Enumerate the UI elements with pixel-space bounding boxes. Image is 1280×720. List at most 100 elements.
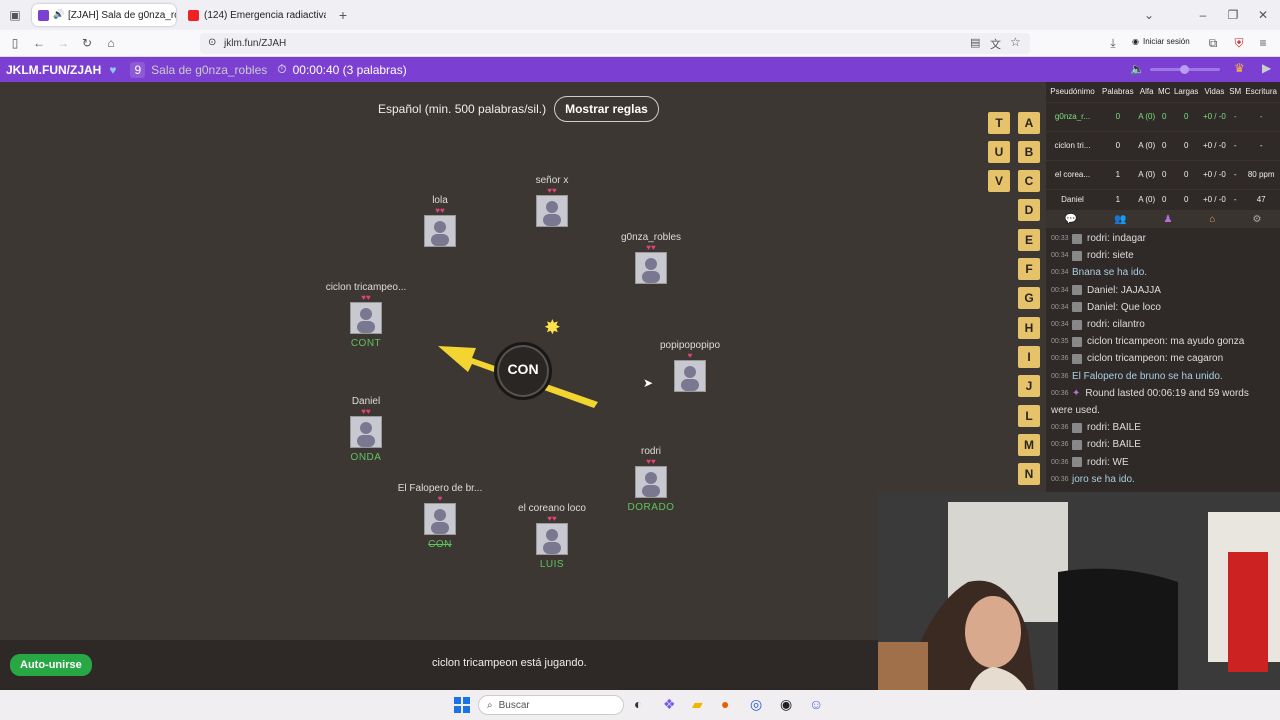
player-ciclon: ciclon tricampeo... ♥♥ CONT [306, 282, 426, 349]
heart-icon: ♥ [109, 62, 117, 77]
account-icon: ◉ [1132, 37, 1139, 46]
player-el-falopero: El Falopero de br... ♥ CON [380, 483, 500, 550]
file-explorer-icon[interactable]: ▰ [692, 696, 703, 713]
reader-icon[interactable]: ▤ [970, 36, 980, 49]
firefox-icon[interactable]: ● [721, 696, 729, 712]
home-icon[interactable]: ⌂ [102, 34, 120, 52]
url-bar[interactable]: ⊙ jklm.fun/ZJAH ▤ 文 ☆ [200, 33, 1030, 54]
cell: +0 / -0 [1200, 159, 1229, 189]
table-row: g0nza_r... 0 A (0) 0 0 +0 / -0 - - [1046, 101, 1280, 131]
cell: A (0) [1136, 188, 1157, 209]
status-text: ciclon tricampeon está jugando. [432, 657, 587, 669]
cell: A (0) [1136, 101, 1157, 131]
chat-message: 00:33 rodri: indagar [1051, 233, 1146, 245]
cell: - [1228, 159, 1243, 189]
col-header[interactable]: Escritura [1242, 82, 1280, 102]
crown-icon[interactable]: ♛ [1234, 61, 1245, 75]
shield-icon[interactable]: ⛨ [1230, 34, 1248, 52]
letter-tile: H [1018, 317, 1040, 339]
volume-handle[interactable] [1180, 65, 1189, 74]
teams-icon[interactable]: ❖ [663, 696, 676, 713]
player-lola: lola ♥♥ [380, 195, 500, 251]
avatar [424, 215, 456, 247]
letter-tile: F [1018, 258, 1040, 280]
sign-in-button[interactable]: ◉ Iniciar sesión [1132, 37, 1190, 46]
avatar [635, 466, 667, 498]
col-header[interactable]: Vidas [1201, 82, 1228, 102]
ea-app-icon[interactable]: ◎ [750, 696, 762, 713]
settings-gear-icon[interactable]: ⚙ [1252, 214, 1261, 225]
room-name: Sala de g0nza_robles [151, 62, 268, 77]
letter-tile: T [988, 112, 1010, 134]
player-daniel: Daniel ♥♥ ONDA [306, 396, 426, 463]
player-name: popipopopipo [659, 340, 721, 351]
avatar [1072, 439, 1082, 450]
cell: 0 [1156, 159, 1172, 189]
letter-tile: G [1018, 287, 1040, 309]
tab-youtube[interactable]: (124) Emergencia radiactiva ( 2( ✕ [182, 4, 326, 26]
volume-slider[interactable] [1150, 65, 1220, 74]
chat-message: 00:36 El Falopero de bruno se ha unido. [1051, 370, 1223, 382]
col-header[interactable]: MC [1157, 82, 1172, 102]
avatar [350, 302, 382, 334]
cell: g0nza_r... [1046, 101, 1099, 131]
cell: +0 / -0 [1200, 188, 1229, 209]
windows-start-icon[interactable] [454, 697, 470, 713]
avatar [1072, 319, 1082, 330]
cell: +0 / -0 [1200, 130, 1229, 160]
close-window-icon[interactable]: ✕ [1254, 6, 1272, 24]
col-header[interactable]: Largas [1172, 82, 1201, 102]
chat-log: 00:33 rodri: indagar 00:34 rodri: siete 00… [1046, 230, 1280, 488]
taskbar-search-input[interactable]: ⌕ Buscar [478, 695, 624, 715]
extensions-icon[interactable]: ⧉ [1204, 34, 1222, 52]
player-name: lola [432, 195, 448, 206]
copilot-icon[interactable]: ◐ [634, 696, 642, 712]
players-tab-icon[interactable]: 👥 [1114, 214, 1126, 225]
player-word: ONDA [350, 452, 382, 463]
panel-tabs: 💬 👥 ♟ ⌂ ⚙ [1046, 210, 1280, 228]
translate-icon[interactable]: 文 [990, 36, 1001, 52]
player-name: El Falopero de br... [397, 483, 483, 494]
rules-tab-icon[interactable]: ♟ [1163, 214, 1172, 225]
menu-icon[interactable]: ≡ [1254, 34, 1272, 52]
tab-label: (124) Emergencia radiactiva ( 2( [204, 9, 326, 21]
volume-icon[interactable]: 🔈 [1130, 62, 1145, 76]
cell: 80 ppm [1242, 159, 1280, 189]
new-tab-icon[interactable]: + [334, 6, 352, 24]
reload-icon[interactable]: ↻ [78, 34, 96, 52]
avatar [350, 416, 382, 448]
chevron-down-icon[interactable]: ⌄ [1140, 6, 1158, 24]
discord-icon[interactable]: ☺ [809, 696, 823, 712]
forward-icon[interactable]: → [54, 34, 72, 52]
cell: 0 [1156, 101, 1172, 131]
chat-message: 00:36 joro se ha ido. [1051, 473, 1135, 485]
bookmark-star-icon[interactable]: ☆ [1010, 35, 1021, 49]
sidebar-icon[interactable]: ▯ [6, 34, 24, 52]
youtube-favicon-icon [188, 9, 199, 21]
chat-message: 00:36 ciclon tricampeon: me cagaron [1051, 353, 1224, 365]
collapse-panel-icon[interactable]: ▶ [1262, 61, 1271, 75]
avatar [1072, 233, 1082, 244]
player-word: CON [428, 539, 452, 550]
col-header[interactable]: Pseudónimo [1046, 82, 1099, 102]
chat-message: 00:34 rodri: cilantro [1051, 319, 1145, 331]
col-header[interactable]: Alfa [1137, 82, 1157, 102]
chat-tab-icon[interactable]: 💬 [1065, 214, 1077, 225]
col-header[interactable]: Palabras [1099, 82, 1137, 102]
player-name: el coreano loco [518, 503, 586, 514]
show-rules-button[interactable]: Mostrar reglas [554, 96, 659, 122]
room-tab-icon[interactable]: ⌂ [1209, 214, 1215, 225]
download-icon[interactable]: ⤓ [1104, 34, 1122, 52]
tab-jklm[interactable]: 🔊 [ZJAH] Sala de g0nza_roble ✕ [32, 4, 176, 26]
cell: Daniel [1046, 188, 1099, 209]
restore-icon[interactable]: ❐ [1224, 6, 1242, 24]
search-icon: ⌕ [487, 699, 493, 711]
player-name: ciclon tricampeo... [325, 282, 407, 293]
obs-icon[interactable]: ◉ [780, 696, 792, 713]
auto-join-button[interactable]: Auto-unirse [10, 654, 92, 676]
site-title[interactable]: JKLM.FUN/ZJAH [6, 63, 101, 77]
tab-list-icon[interactable]: ▣ [6, 6, 24, 24]
back-icon[interactable]: ← [30, 34, 48, 52]
col-header[interactable]: SM [1228, 82, 1242, 102]
minimize-icon[interactable]: – [1194, 6, 1212, 24]
